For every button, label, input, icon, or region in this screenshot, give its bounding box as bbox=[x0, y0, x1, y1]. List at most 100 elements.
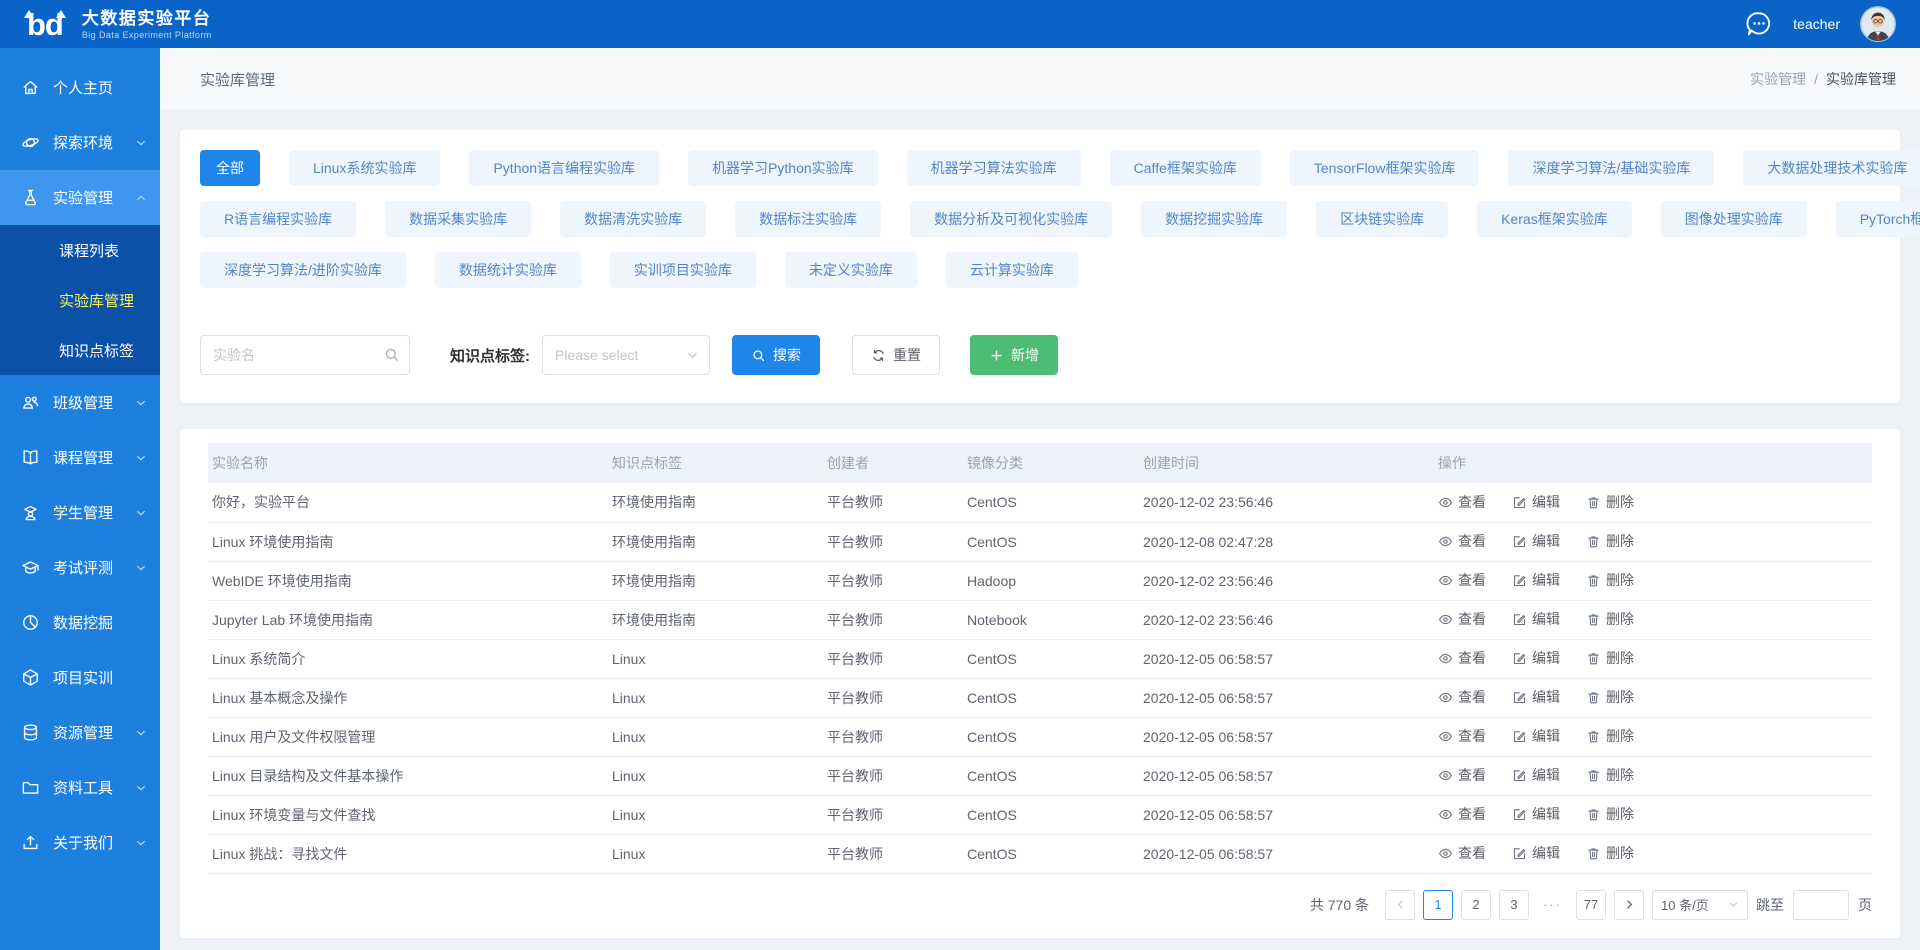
filter-tag[interactable]: Python语言编程实验库 bbox=[469, 150, 659, 186]
filter-tag[interactable]: 机器学习Python实验库 bbox=[688, 150, 878, 186]
view-button[interactable]: 查看 bbox=[1438, 843, 1486, 863]
eye-icon bbox=[1438, 612, 1453, 627]
view-button[interactable]: 查看 bbox=[1438, 687, 1486, 707]
delete-button[interactable]: 删除 bbox=[1586, 765, 1634, 785]
filter-tag[interactable]: 深度学习算法/进阶实验库 bbox=[200, 252, 406, 288]
view-button[interactable]: 查看 bbox=[1438, 570, 1486, 590]
view-button[interactable]: 查看 bbox=[1438, 648, 1486, 668]
delete-button[interactable]: 删除 bbox=[1586, 687, 1634, 707]
edit-button[interactable]: 编辑 bbox=[1512, 765, 1560, 785]
table-row: WebIDE 环境使用指南环境使用指南平台教师Hadoop2020-12-02 … bbox=[208, 561, 1872, 600]
jump-page-input[interactable] bbox=[1793, 890, 1849, 920]
edit-button[interactable]: 编辑 bbox=[1512, 492, 1560, 512]
sidebar-item-course-list[interactable]: 课程列表 bbox=[0, 225, 160, 275]
edit-button[interactable]: 编辑 bbox=[1512, 726, 1560, 746]
next-page-button[interactable] bbox=[1614, 890, 1644, 920]
filter-tag[interactable]: 大数据处理技术实验库 bbox=[1743, 150, 1920, 186]
filter-tag[interactable]: Caffe框架实验库 bbox=[1110, 150, 1261, 186]
edit-button[interactable]: 编辑 bbox=[1512, 687, 1560, 707]
filter-tag[interactable]: 区块链实验库 bbox=[1316, 201, 1448, 237]
sidebar-item-project-training[interactable]: 项目实训 bbox=[0, 650, 160, 705]
sidebar-item-knowledge-tags[interactable]: 知识点标签 bbox=[0, 325, 160, 375]
sidebar-item-home[interactable]: 个人主页 bbox=[0, 60, 160, 115]
col-time: 创建时间 bbox=[1139, 443, 1434, 483]
view-button[interactable]: 查看 bbox=[1438, 765, 1486, 785]
sidebar-item-exam-eval[interactable]: 考试评测 bbox=[0, 540, 160, 595]
knowledge-tag-label: 知识点标签: bbox=[450, 345, 530, 366]
view-button[interactable]: 查看 bbox=[1438, 804, 1486, 824]
filter-tag[interactable]: 机器学习算法实验库 bbox=[907, 150, 1081, 186]
delete-button[interactable]: 删除 bbox=[1586, 648, 1634, 668]
view-button[interactable]: 查看 bbox=[1438, 609, 1486, 629]
edit-button[interactable]: 编辑 bbox=[1512, 648, 1560, 668]
sidebar-item-course-mgmt[interactable]: 课程管理 bbox=[0, 430, 160, 485]
col-creator: 创建者 bbox=[823, 443, 963, 483]
filter-tag[interactable]: 数据标注实验库 bbox=[735, 201, 881, 237]
filter-tag[interactable]: 实训项目实验库 bbox=[610, 252, 756, 288]
filter-tag[interactable]: 数据采集实验库 bbox=[385, 201, 531, 237]
sidebar-item-about-us[interactable]: 关于我们 bbox=[0, 815, 160, 870]
delete-button[interactable]: 删除 bbox=[1586, 609, 1634, 629]
trash-icon bbox=[1586, 573, 1601, 588]
table-row: Linux 环境使用指南环境使用指南平台教师CentOS2020-12-08 0… bbox=[208, 522, 1872, 561]
table-row: Linux 环境变量与文件查找Linux平台教师CentOS2020-12-05… bbox=[208, 795, 1872, 834]
filter-tag[interactable]: Keras框架实验库 bbox=[1477, 201, 1632, 237]
filter-tag[interactable]: 数据统计实验库 bbox=[435, 252, 581, 288]
filter-tag[interactable]: PyTorch框架实验库 bbox=[1836, 201, 1920, 237]
edit-button[interactable]: 编辑 bbox=[1512, 843, 1560, 863]
table-row: Linux 目录结构及文件基本操作Linux平台教师CentOS2020-12-… bbox=[208, 756, 1872, 795]
edit-button[interactable]: 编辑 bbox=[1512, 609, 1560, 629]
jump-label: 跳至 bbox=[1756, 895, 1784, 915]
chevron-down-icon bbox=[135, 452, 147, 464]
page-button-2[interactable]: 2 bbox=[1461, 890, 1491, 920]
sidebar-item-resource-mgmt[interactable]: 资源管理 bbox=[0, 705, 160, 760]
knowledge-tag-select[interactable]: Please select bbox=[542, 335, 710, 375]
sidebar-item-experiment-library[interactable]: 实验库管理 bbox=[0, 275, 160, 325]
message-bubble-icon[interactable] bbox=[1745, 10, 1773, 38]
filter-tag[interactable]: 数据分析及可视化实验库 bbox=[910, 201, 1112, 237]
page-size-select[interactable]: 10 条/页 bbox=[1652, 890, 1748, 920]
avatar[interactable] bbox=[1860, 6, 1896, 42]
filter-tag[interactable]: 数据清洗实验库 bbox=[560, 201, 706, 237]
add-button[interactable]: 新增 bbox=[970, 335, 1058, 375]
search-row: 知识点标签: Please select 搜索 重置 新增 bbox=[200, 335, 1880, 375]
filter-tag[interactable]: TensorFlow框架实验库 bbox=[1290, 150, 1480, 186]
filter-tag[interactable]: 云计算实验库 bbox=[946, 252, 1078, 288]
page-button-last[interactable]: 77 bbox=[1576, 890, 1606, 920]
filter-tag[interactable]: Linux系统实验库 bbox=[289, 150, 440, 186]
sidebar-item-data-tools[interactable]: 资料工具 bbox=[0, 760, 160, 815]
delete-button[interactable]: 删除 bbox=[1586, 726, 1634, 746]
edit-button[interactable]: 编辑 bbox=[1512, 570, 1560, 590]
page-button-3[interactable]: 3 bbox=[1499, 890, 1529, 920]
delete-button[interactable]: 删除 bbox=[1586, 492, 1634, 512]
sidebar-item-student-mgmt[interactable]: 学生管理 bbox=[0, 485, 160, 540]
sidebar-item-experiment-mgmt[interactable]: 实验管理 bbox=[0, 170, 160, 225]
filter-tag-all[interactable]: 全部 bbox=[200, 150, 260, 186]
page-ellipsis[interactable]: ··· bbox=[1537, 890, 1568, 920]
search-button[interactable]: 搜索 bbox=[732, 335, 820, 375]
edit-button[interactable]: 编辑 bbox=[1512, 531, 1560, 551]
filter-tag[interactable]: 数据挖掘实验库 bbox=[1141, 201, 1287, 237]
filter-tag[interactable]: 未定义实验库 bbox=[785, 252, 917, 288]
experiment-name-input[interactable] bbox=[200, 335, 410, 375]
page-button-1[interactable]: 1 bbox=[1423, 890, 1453, 920]
col-name: 实验名称 bbox=[208, 443, 608, 483]
breadcrumb-parent[interactable]: 实验管理 bbox=[1750, 69, 1806, 89]
delete-button[interactable]: 删除 bbox=[1586, 843, 1634, 863]
sidebar-item-explore-env[interactable]: 探索环境 bbox=[0, 115, 160, 170]
delete-button[interactable]: 删除 bbox=[1586, 570, 1634, 590]
delete-button[interactable]: 删除 bbox=[1586, 804, 1634, 824]
filter-tag[interactable]: 图像处理实验库 bbox=[1661, 201, 1807, 237]
sidebar-item-class-mgmt[interactable]: 班级管理 bbox=[0, 375, 160, 430]
view-button[interactable]: 查看 bbox=[1438, 531, 1486, 551]
view-button[interactable]: 查看 bbox=[1438, 726, 1486, 746]
delete-button[interactable]: 删除 bbox=[1586, 531, 1634, 551]
reset-button[interactable]: 重置 bbox=[852, 335, 940, 375]
col-tag: 知识点标签 bbox=[608, 443, 823, 483]
filter-tag[interactable]: R语言编程实验库 bbox=[200, 201, 356, 237]
sidebar-item-data-mining[interactable]: 数据挖掘 bbox=[0, 595, 160, 650]
edit-button[interactable]: 编辑 bbox=[1512, 804, 1560, 824]
view-button[interactable]: 查看 bbox=[1438, 492, 1486, 512]
prev-page-button[interactable] bbox=[1385, 890, 1415, 920]
filter-tag[interactable]: 深度学习算法/基础实验库 bbox=[1508, 150, 1714, 186]
